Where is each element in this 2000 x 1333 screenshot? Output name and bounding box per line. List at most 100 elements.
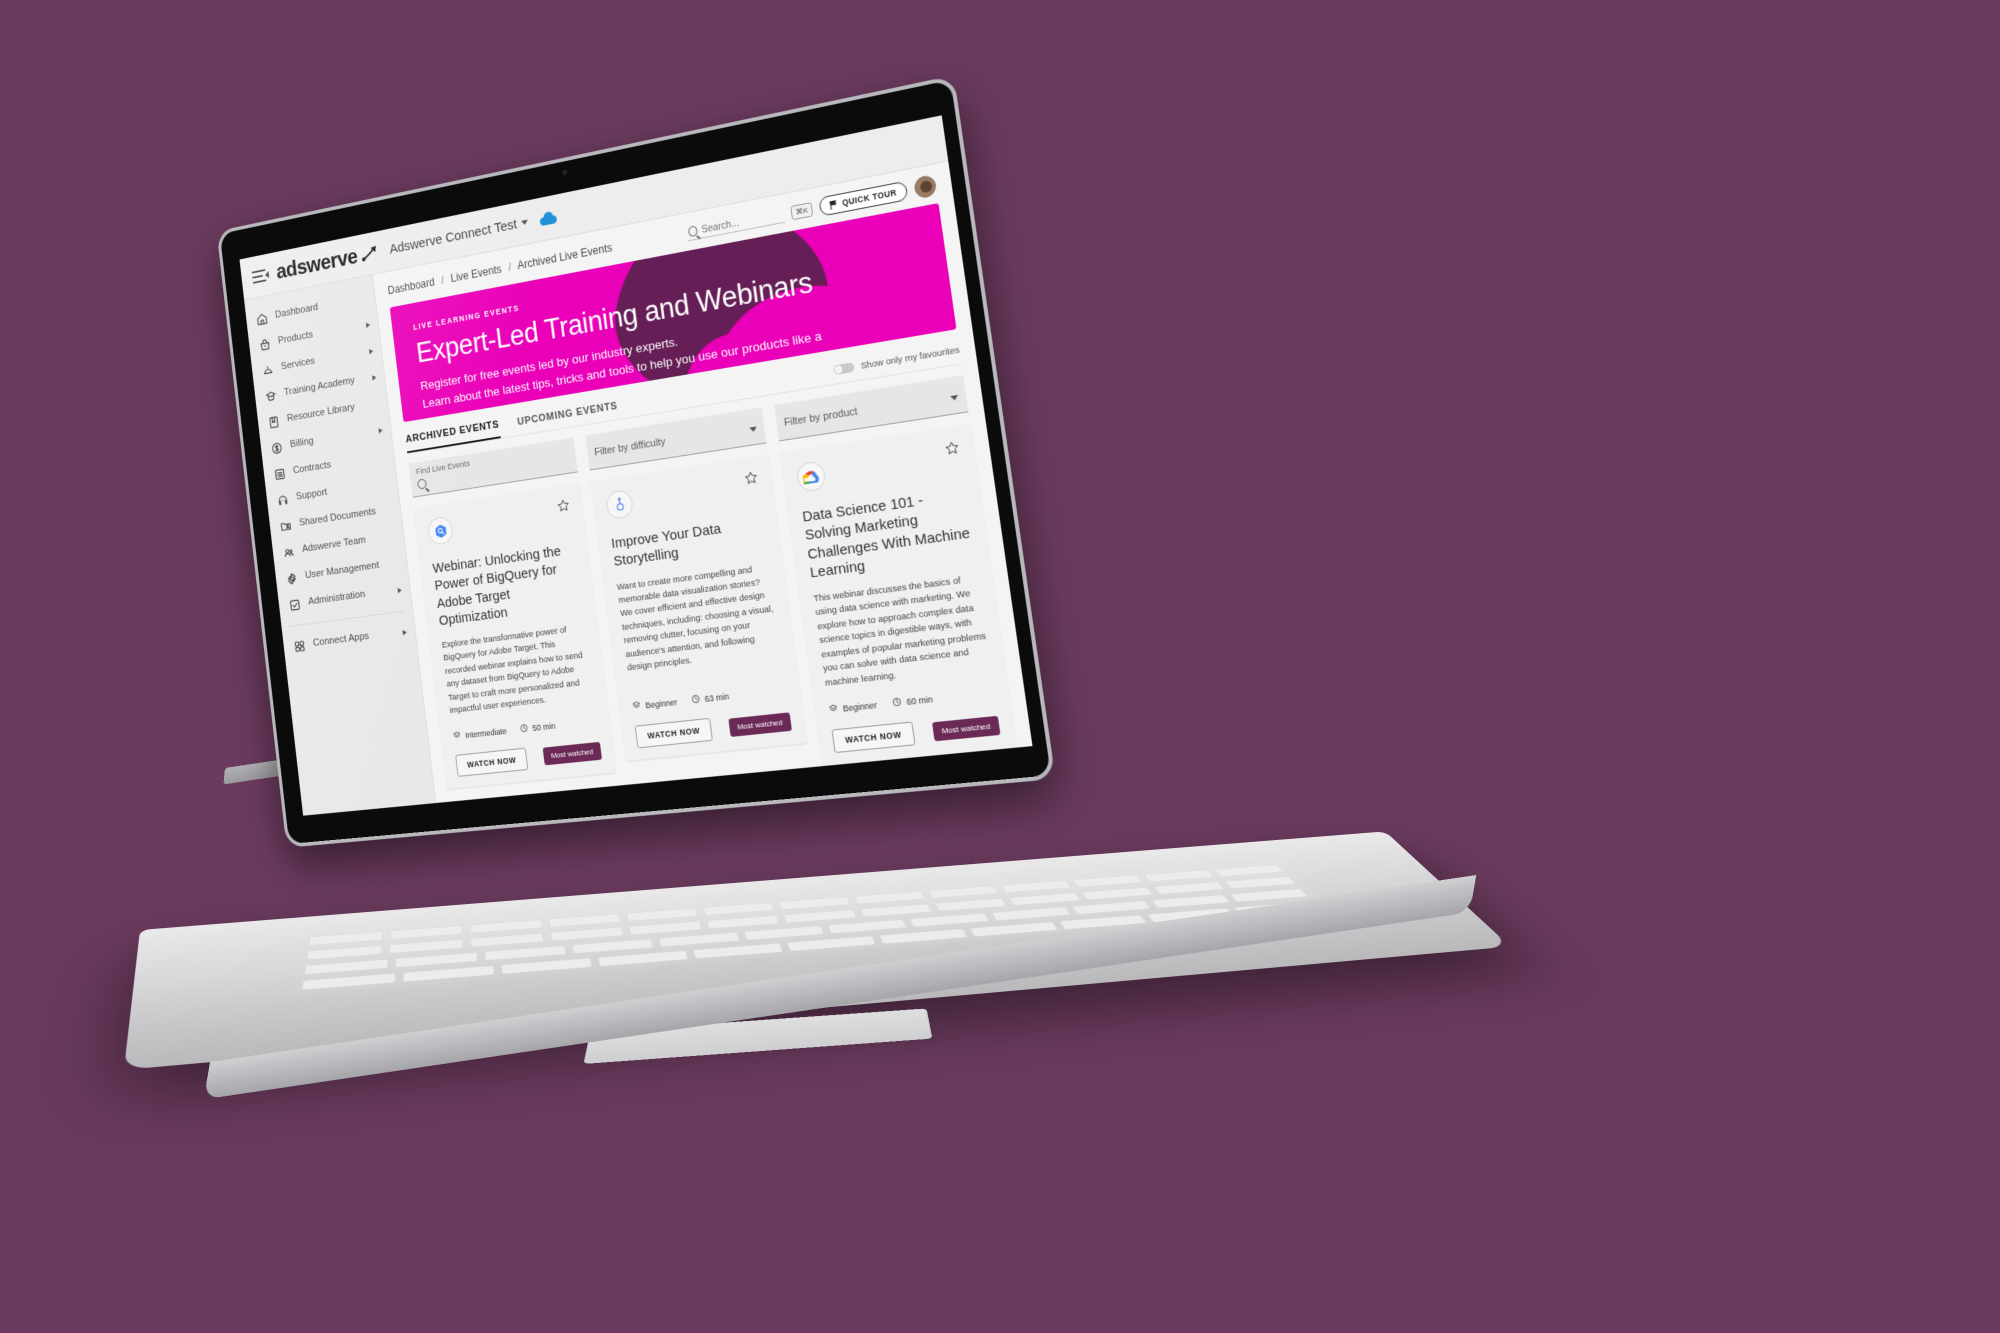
laptop-screen: adswerve Adswerve Connect Test Dashboard… xyxy=(132,66,1056,848)
layers-icon xyxy=(632,701,642,713)
breadcrumb-item-dashboard[interactable]: Dashboard xyxy=(387,276,435,297)
dollar-coin-icon xyxy=(270,440,284,456)
search-icon xyxy=(687,225,698,238)
card-difficulty-label: Beginner xyxy=(644,697,678,711)
most-watched-badge: Most watched xyxy=(542,741,603,766)
favourite-star-icon[interactable] xyxy=(944,440,961,457)
quick-tour-label: QUICK TOUR xyxy=(841,187,898,208)
toggle-switch[interactable] xyxy=(833,362,855,376)
card-header xyxy=(604,470,761,521)
favourite-star-icon[interactable] xyxy=(556,498,570,514)
card-difficulty: Beginner xyxy=(632,697,678,713)
clock-icon xyxy=(891,697,902,710)
book-icon xyxy=(267,414,281,430)
menu-collapse-icon[interactable] xyxy=(251,268,270,284)
service-bell-icon xyxy=(261,362,275,378)
card-meta: Intermediate 50 min xyxy=(452,715,598,742)
layers-icon xyxy=(828,703,839,716)
basket-icon xyxy=(258,337,272,353)
event-card[interactable]: Improve Your Data Storytelling Want to c… xyxy=(591,454,807,762)
watch-now-button[interactable]: WATCH NOW xyxy=(455,747,529,777)
card-duration: 60 min xyxy=(891,693,933,709)
sidebar-item-label: Dashboard xyxy=(274,302,319,321)
filter-by-product-value: Filter by product xyxy=(783,406,859,430)
tab-archived-events[interactable]: ARCHIVED EVENTS xyxy=(404,418,501,453)
breadcrumb-separator: / xyxy=(507,260,512,274)
list-document-icon xyxy=(273,466,287,482)
card-duration-label: 63 min xyxy=(704,691,730,704)
favourite-star-icon[interactable] xyxy=(743,470,759,486)
screen-bezel: adswerve Adswerve Connect Test Dashboard… xyxy=(216,75,1056,848)
admin-check-icon xyxy=(288,597,302,613)
scene: adswerve Adswerve Connect Test Dashboard… xyxy=(0,0,2000,1333)
card-footer: WATCH NOW Most watched xyxy=(455,740,603,777)
flag-icon xyxy=(830,200,839,210)
chevron-right-icon xyxy=(365,322,371,329)
sidebar-item-label: Adswerve Team xyxy=(301,535,367,555)
home-icon xyxy=(255,311,269,327)
clock-icon xyxy=(519,723,529,735)
sidebar-item-label: Administration xyxy=(307,589,366,608)
chevron-right-icon xyxy=(368,348,374,355)
search-shortcut-key: ⌘K xyxy=(790,201,814,220)
bigquery-icon xyxy=(426,515,455,547)
graduation-cap-icon xyxy=(264,388,278,404)
people-icon xyxy=(282,544,296,560)
data-storytelling-icon xyxy=(604,488,635,521)
card-duration: 63 min xyxy=(691,691,730,707)
watch-now-button[interactable]: WATCH NOW xyxy=(831,721,916,754)
search-input[interactable] xyxy=(700,208,781,236)
card-meta: Beginner 63 min xyxy=(632,684,788,712)
brand-name: adswerve xyxy=(274,244,359,284)
adswerve-connect-app: adswerve Adswerve Connect Test Dashboard… xyxy=(239,115,1033,816)
most-watched-badge: Most watched xyxy=(931,715,1001,741)
sidebar-item-label: Services xyxy=(280,355,316,373)
card-duration-label: 60 min xyxy=(905,694,934,707)
shared-folder-icon xyxy=(279,518,293,534)
card-difficulty-label: Beginner xyxy=(842,700,878,714)
screen-content: adswerve Adswerve Connect Test Dashboard… xyxy=(239,115,1033,816)
card-title: Webinar: Unlocking the Power of BigQuery… xyxy=(431,543,562,629)
most-watched-badge: Most watched xyxy=(727,712,792,737)
headset-icon xyxy=(276,492,290,508)
event-card[interactable]: Webinar: Unlocking the Power of BigQuery… xyxy=(413,483,616,789)
card-difficulty-label: Intermediate xyxy=(464,725,508,740)
chevron-down-icon xyxy=(520,219,529,226)
chevron-right-icon xyxy=(402,629,408,636)
event-card[interactable]: Data Science 101 - Solving Marketing Cha… xyxy=(780,424,1017,767)
tab-upcoming-events[interactable]: UPCOMING EVENTS xyxy=(517,400,619,434)
card-difficulty: Beginner xyxy=(828,699,878,716)
sidebar-item-label: Connect Apps xyxy=(312,631,370,649)
card-title: Improve Your Data Storytelling xyxy=(610,520,722,570)
watch-now-button[interactable]: WATCH NOW xyxy=(634,717,714,749)
card-meta: Beginner 60 min xyxy=(828,687,995,716)
card-duration: 50 min xyxy=(519,720,556,735)
chevron-right-icon xyxy=(397,587,403,594)
sidebar-item-label: Products xyxy=(277,329,314,347)
webcam-icon xyxy=(561,169,568,176)
card-header xyxy=(795,440,962,494)
card-description: This webinar discusses the basics of usi… xyxy=(812,575,987,689)
sidebar-item-label: Billing xyxy=(289,435,315,451)
sidebar-item-label: Support xyxy=(295,487,328,503)
filter-by-difficulty-value: Filter by difficulty xyxy=(593,436,667,459)
card-description: Explore the transformative power of BigQ… xyxy=(441,624,584,716)
favourites-toggle[interactable]: Show only my favourites xyxy=(833,344,961,381)
grid-apps-icon xyxy=(292,638,306,654)
card-difficulty: Intermediate xyxy=(452,725,507,742)
card-title: Data Science 101 - Solving Marketing Cha… xyxy=(801,492,971,582)
gear-icon xyxy=(285,571,299,587)
card-duration-label: 50 min xyxy=(531,720,556,733)
breadcrumb-item-live-events[interactable]: Live Events xyxy=(450,263,502,285)
adswerve-swoosh-icon xyxy=(360,240,380,268)
card-footer: WATCH NOW Most watched xyxy=(831,713,1001,754)
card-footer: WATCH NOW Most watched xyxy=(634,710,793,749)
sidebar-item-label: Resource Library xyxy=(286,402,356,425)
sidebar-item-label: Contracts xyxy=(292,459,332,477)
avatar[interactable] xyxy=(913,174,938,200)
cloud-icon xyxy=(539,210,557,226)
breadcrumb-separator: / xyxy=(440,273,445,287)
sidebar-item-label: User Management xyxy=(304,560,380,582)
chevron-right-icon xyxy=(372,374,377,381)
search-icon xyxy=(417,478,428,490)
